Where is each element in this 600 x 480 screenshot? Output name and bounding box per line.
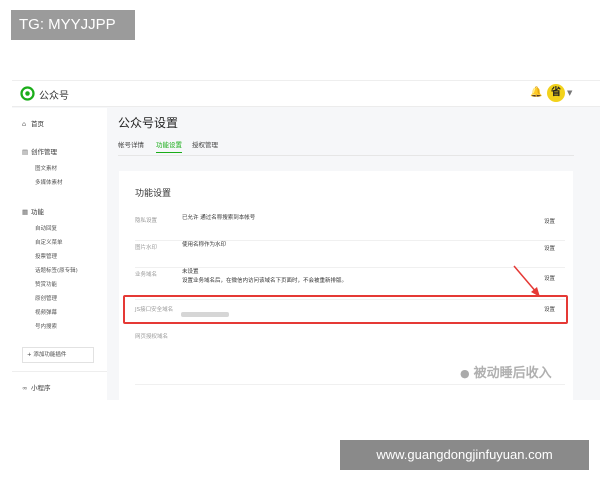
mini-program-icon: ∞ (22, 384, 28, 392)
tab-authorization[interactable]: 授权管理 (192, 139, 218, 149)
row-spacer (135, 384, 565, 385)
top-bar: 公众号 🔔 省 ▼ (12, 81, 600, 107)
row-label: 网页授权域名 (135, 334, 169, 340)
sidebar-item-create[interactable]: 图文素材 (35, 164, 57, 172)
chevron-down-icon[interactable]: ▼ (567, 89, 572, 97)
wechat-official-logo-icon[interactable] (20, 86, 35, 101)
sidebar-item-function[interactable]: 原创管理 (35, 294, 57, 302)
row-label: 隐私设置 (135, 218, 158, 224)
row-label: 图片水印 (135, 245, 158, 251)
row-label: 业务域名 (135, 272, 158, 278)
sidebar-group-function[interactable]: ▦ 功能 (22, 206, 44, 216)
watermark: ● 被动睡后收入 (460, 366, 552, 381)
page-title: 公众号设置 (118, 116, 179, 130)
row-value: 使用名称作为水印 (182, 242, 227, 248)
row-value: 未设置 (182, 269, 199, 275)
sidebar-group-create[interactable]: ▤ 创作管理 (22, 146, 57, 156)
document-icon: ▤ (22, 148, 29, 156)
sidebar-item-create[interactable]: 多媒体素材 (35, 178, 63, 186)
grid-icon: ▦ (22, 208, 29, 216)
sidebar-item-home[interactable]: ⌂ 首页 (22, 118, 44, 128)
sidebar-item-function[interactable]: 号内搜索 (35, 322, 57, 330)
settings-row-watermark: 图片水印 使用名称作为水印 设置 (135, 242, 565, 268)
wechat-admin-window: 公众号 🔔 省 ▼ ⌂ 首页 ▤ 创作管理 图文素材 多媒体素材 ▦ 功能 自动回复 … (12, 80, 600, 400)
bell-icon[interactable]: 🔔 (530, 87, 542, 98)
sidebar: ⌂ 首页 ▤ 创作管理 图文素材 多媒体素材 ▦ 功能 自动回复 自定义菜单 投票管理… (12, 108, 107, 400)
home-icon: ⌂ (22, 120, 27, 128)
add-plugin-button[interactable]: + 添加功能插件 (22, 347, 94, 363)
settings-link[interactable]: 设置 (544, 244, 555, 252)
sidebar-divider (12, 371, 107, 372)
card-title: 功能设置 (135, 189, 172, 199)
avatar[interactable]: 省 (547, 84, 565, 102)
row-value: 已允许 通过名称搜索到本帐号 (182, 215, 256, 221)
settings-link[interactable]: 设置 (544, 217, 555, 225)
sidebar-item-function[interactable]: 视频弹幕 (35, 308, 57, 316)
wechat-icon: ● (460, 367, 470, 380)
tab-account-details[interactable]: 帐号详情 (118, 139, 144, 149)
blurred-domain-value (181, 304, 229, 323)
tab-divider (118, 155, 574, 156)
settings-link[interactable]: 设置 (544, 274, 555, 282)
app-name: 公众号 (39, 91, 69, 102)
tab-function-settings[interactable]: 功能设置 (156, 139, 182, 153)
sidebar-item-function[interactable]: 赞赏功能 (35, 280, 57, 288)
sidebar-item-function[interactable]: 话题标签(原专辑) (35, 266, 78, 274)
sidebar-item-function[interactable]: 自动回复 (35, 224, 57, 232)
row-label: JS接口安全域名 (135, 307, 174, 313)
sidebar-item-function[interactable]: 投票管理 (35, 252, 57, 260)
sidebar-item-function[interactable]: 自定义菜单 (35, 238, 63, 246)
settings-row-privacy: 隐私设置 已允许 通过名称搜索到本帐号 设置 (135, 215, 565, 241)
sidebar-item-mini-program[interactable]: ∞ 小程序 (22, 382, 51, 392)
settings-row-js-domain (135, 386, 565, 400)
settings-link[interactable]: 设置 (544, 305, 555, 313)
overlay-tag: TG: MYYJJPP (11, 10, 135, 40)
row-description: 设置业务域名后，在微信内访问该域名下页面时，不会被重新排版。 (182, 278, 348, 284)
screenshot-page: TG: MYYJJPP 公众号 🔔 省 ▼ ⌂ 首页 ▤ 创作管理 图文素材 多媒体… (0, 0, 600, 480)
footer-url: www.guangdongjinfuyuan.com (340, 440, 589, 470)
